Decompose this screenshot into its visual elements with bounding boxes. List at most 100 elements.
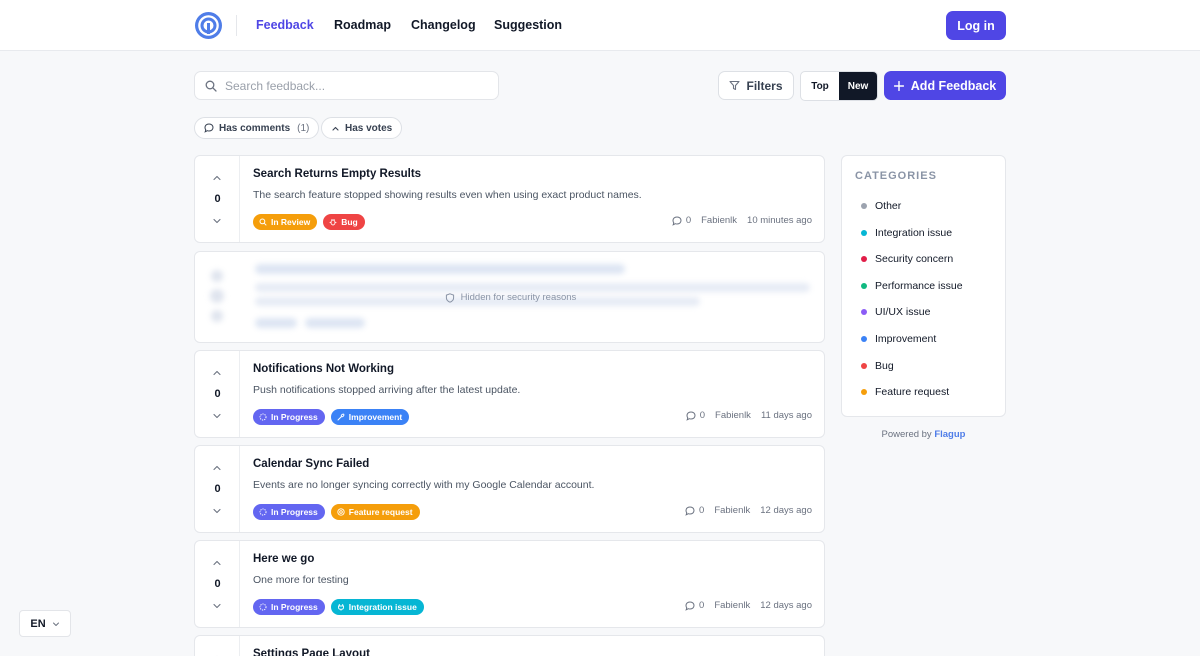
vote-column: 0: [195, 541, 240, 627]
post-title[interactable]: Here we go: [253, 553, 314, 565]
category-item-integration-issue[interactable]: Integration issue: [861, 227, 952, 239]
language-label: EN: [30, 617, 46, 630]
flagup-logo-icon[interactable]: [194, 11, 223, 40]
vote-column: 0: [195, 351, 240, 437]
post-title[interactable]: Search Returns Empty Results: [253, 168, 421, 180]
upvote-icon[interactable]: [211, 652, 223, 656]
categories-panel: CATEGORIES Other Integration issue Secur…: [841, 155, 1006, 417]
powered-by: Powered by Flagup: [841, 429, 1006, 440]
category-item-performance-issue[interactable]: Performance issue: [861, 280, 963, 292]
powered-brand-link[interactable]: Flagup: [934, 429, 965, 440]
filters-button[interactable]: Filters: [718, 71, 794, 100]
feedback-card[interactable]: 0 Notifications Not Working Push notific…: [194, 350, 825, 438]
nav-changelog[interactable]: Changelog: [411, 18, 476, 32]
post-time: 12 days ago: [760, 505, 812, 516]
post-tags: In Progress Improvement: [253, 409, 410, 425]
post-description: Events are no longer syncing correctly w…: [253, 479, 595, 491]
chevron-up-icon: [332, 126, 339, 131]
login-button[interactable]: Log in: [946, 11, 1006, 40]
shield-icon: [445, 292, 454, 303]
post-description: The search feature stopped showing resul…: [253, 189, 642, 201]
post-time: 11 days ago: [760, 410, 812, 421]
sort-new-button[interactable]: New: [839, 72, 877, 100]
post-meta: 0 Fabienlk 12 days ago: [685, 505, 812, 516]
downvote-icon[interactable]: [211, 215, 223, 227]
feedback-card[interactable]: Settings Page Layout: [194, 635, 825, 656]
category-dot: [861, 336, 867, 342]
category-item-ui-ux-issue[interactable]: UI/UX issue: [861, 306, 930, 318]
comment-icon: [685, 600, 695, 611]
search-box[interactable]: [194, 71, 499, 100]
has-votes-label: Has votes: [345, 122, 393, 134]
category-item-other[interactable]: Other: [861, 200, 901, 212]
category-label: Bug: [875, 360, 894, 372]
category-dot: [861, 389, 867, 395]
has-comments-label: Has comments: [219, 122, 291, 134]
comment-icon: [685, 505, 695, 516]
category-label: Performance issue: [875, 280, 963, 292]
post-tags: In Review Bug: [253, 214, 365, 230]
category-label: Feature request: [348, 507, 413, 517]
blurred-shape: [255, 318, 297, 328]
feedback-card[interactable]: 0 Here we go One more for testing In Pro…: [194, 540, 825, 628]
post-title[interactable]: Settings Page Layout: [253, 648, 370, 656]
post-author: Fabienlk: [701, 215, 738, 226]
nav-feedback[interactable]: Feedback: [256, 18, 314, 32]
category-label: Integration issue: [348, 602, 417, 612]
chevron-down-icon: [52, 622, 59, 626]
category-dot: [861, 283, 867, 289]
funnel-icon: [729, 80, 741, 91]
category-badge: Feature request: [330, 504, 420, 520]
vote-count: 0: [214, 483, 221, 495]
post-title[interactable]: Calendar Sync Failed: [253, 458, 369, 470]
has-votes-chip[interactable]: Has votes: [321, 117, 403, 139]
category-dot: [861, 230, 867, 236]
add-feedback-button[interactable]: Add Feedback: [884, 71, 1006, 100]
post-author: Fabienlk: [714, 505, 751, 516]
blurred-shape: [255, 283, 810, 292]
feedback-card[interactable]: 0 Search Returns Empty Results The searc…: [194, 155, 825, 243]
category-dot: [861, 309, 867, 315]
downvote-icon[interactable]: [211, 410, 223, 422]
has-comments-chip[interactable]: Has comments (1): [194, 117, 320, 139]
nav-roadmap[interactable]: Roadmap: [334, 18, 391, 32]
top-header: Feedback Roadmap Changelog Suggestion Lo…: [0, 0, 1200, 51]
feedback-card[interactable]: 0 Calendar Sync Failed Events are no lon…: [194, 445, 825, 533]
category-label: Security concern: [875, 253, 954, 265]
category-label: Other: [875, 200, 902, 212]
sort-top-button[interactable]: Top: [801, 72, 839, 100]
upvote-icon[interactable]: [211, 172, 223, 184]
category-item-bug[interactable]: Bug: [861, 360, 894, 372]
category-label: Feature request: [875, 386, 950, 398]
nav-suggestion[interactable]: Suggestion: [494, 18, 562, 32]
category-item-improvement[interactable]: Improvement: [861, 333, 936, 345]
upvote-icon[interactable]: [211, 367, 223, 379]
search-input[interactable]: [225, 78, 485, 93]
downvote-icon[interactable]: [211, 600, 223, 612]
post-title[interactable]: Notifications Not Working: [253, 363, 394, 375]
status-badge: In Progress: [253, 504, 325, 520]
category-label: Bug: [341, 217, 358, 227]
target-icon: [337, 508, 345, 516]
category-dot: [861, 203, 867, 209]
vote-column: 0: [195, 156, 240, 242]
vote-column: 0: [195, 446, 240, 532]
vote-count: 0: [214, 193, 221, 205]
category-item-feature-request[interactable]: Feature request: [861, 386, 949, 398]
search-icon: [205, 80, 217, 92]
language-selector[interactable]: EN: [19, 610, 71, 637]
has-comments-count: (1): [297, 122, 310, 134]
spinner-icon: [259, 508, 267, 516]
post-meta: 0 Fabienlk 11 days ago: [686, 410, 812, 421]
spinner-icon: [259, 603, 267, 611]
post-meta: 0 Fabienlk 12 days ago: [685, 600, 812, 611]
upvote-icon[interactable]: [211, 462, 223, 474]
upvote-icon[interactable]: [211, 557, 223, 569]
downvote-icon[interactable]: [211, 505, 223, 517]
category-item-security-concern[interactable]: Security concern: [861, 253, 953, 265]
sort-toggle: Top New: [800, 71, 878, 101]
category-badge: Integration issue: [330, 599, 424, 615]
blurred-shape: [305, 318, 365, 328]
post-author: Fabienlk: [714, 600, 751, 611]
post-meta: 0 Fabienlk 10 minutes ago: [672, 215, 812, 226]
